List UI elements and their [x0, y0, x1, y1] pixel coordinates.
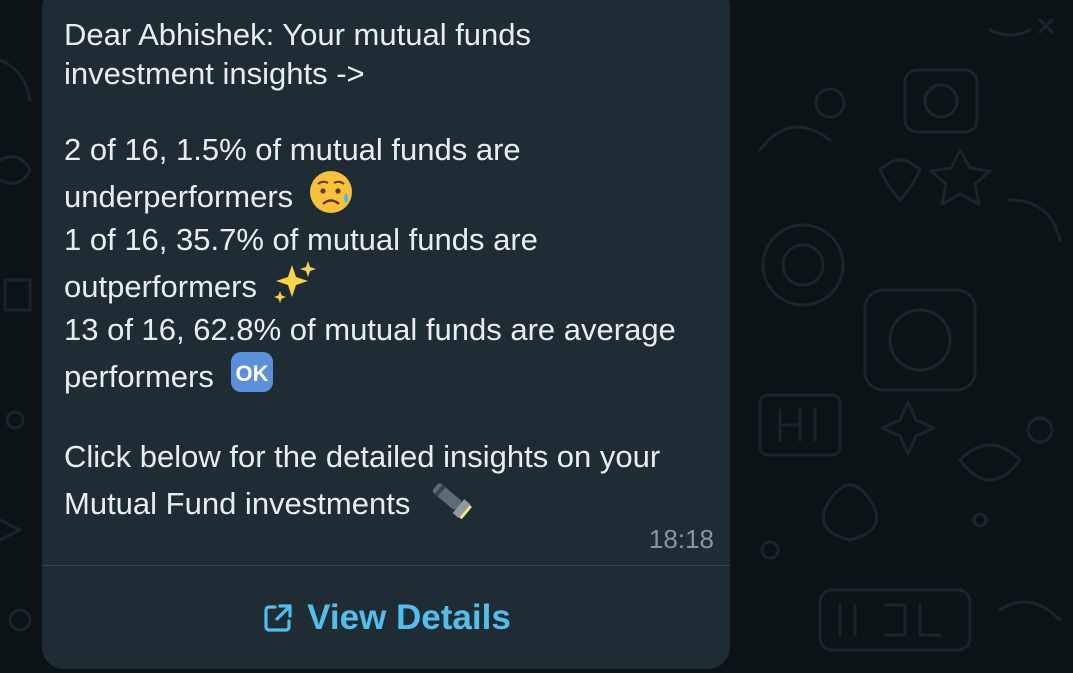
greeting-line: Dear Abhishek: Your mutual funds — [64, 17, 532, 52]
stat-line: 13 of 16, 62.8% of mutual funds are aver… — [64, 312, 676, 347]
stat-line: 1 of 16, 35.7% of mutual funds are — [64, 222, 538, 257]
stat-line-with-emoji: performers OK — [64, 349, 724, 400]
view-details-button[interactable]: View Details — [42, 566, 730, 669]
sad-sweat-emoji-icon — [309, 171, 352, 213]
sparkles-emoji-icon — [273, 261, 316, 303]
svg-text:OK: OK — [235, 361, 268, 386]
stat-line-with-emoji: outperformers — [64, 259, 724, 310]
ok-button-emoji-icon: OK — [230, 352, 273, 392]
stat-line: 2 of 16, 1.5% of mutual funds are — [64, 132, 521, 167]
cta-line: Click below for the detailed insights on… — [64, 439, 661, 474]
message-bubble: Dear Abhishek: Your mutual funds investm… — [42, 0, 730, 669]
cta-line-with-emoji: Mutual Fund investments — [64, 476, 724, 527]
view-details-label: View Details — [307, 597, 511, 637]
external-link-icon — [264, 603, 292, 632]
stat-label: performers — [64, 359, 214, 394]
stat-label: outperformers — [64, 269, 257, 304]
message-body: Dear Abhishek: Your mutual funds investm… — [64, 15, 724, 527]
flashlight-emoji-icon — [432, 483, 472, 520]
cta-label: Mutual Fund investments — [64, 486, 411, 521]
stat-line-with-emoji: underperformers — [64, 169, 724, 220]
greeting-line: investment insights -> — [64, 56, 365, 91]
message-timestamp: 18:18 — [648, 524, 714, 554]
stat-label: underperformers — [64, 179, 294, 214]
